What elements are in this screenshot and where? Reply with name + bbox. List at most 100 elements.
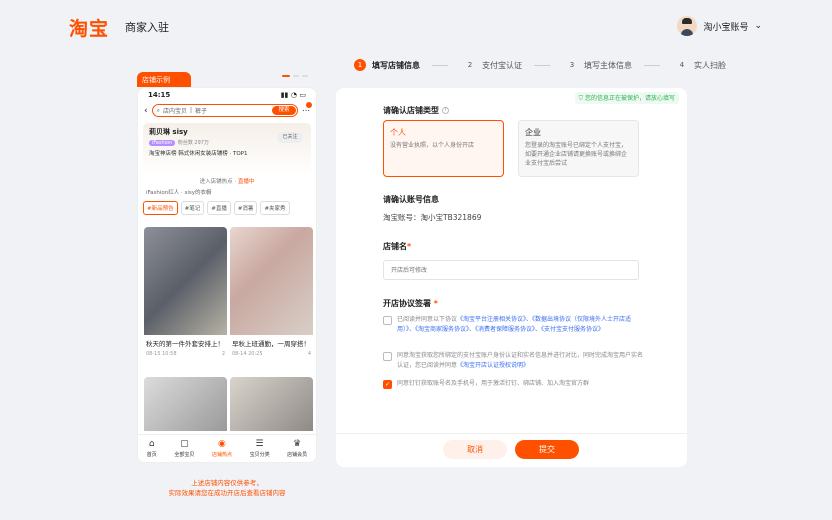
taobao-logo[interactable]: 淘宝	[69, 14, 109, 41]
option-desc: 您登录的淘宝账号已绑定个人支付宝，如要开通企业店铺请更换账号或换绑企业支付宝后尝…	[525, 142, 628, 167]
agreement-2: 同意淘宝获取您所绑定的支付宝账户身份认证和实名信息并进行对比，同时完成淘宝用户实…	[383, 351, 645, 371]
nav-label: 全部宝贝	[174, 451, 195, 458]
option-desc: 没有营业执照，以个人身份开店	[390, 142, 475, 149]
sample-tag: 店铺示例	[137, 72, 191, 87]
agreement-3-text: 同意钉钉获取账号名及手机号，用于激活钉钉、绑店铺、加入淘宝官方群	[397, 380, 590, 387]
signal-icon: ▮▮ ◔ ▭	[280, 91, 306, 99]
step-label: 实人扫脸	[694, 60, 726, 70]
search-icon: ⌕	[156, 106, 160, 114]
account-name: 淘小宝账号	[703, 22, 749, 33]
step-connector	[432, 64, 448, 66]
search-scope: 店内宝贝	[162, 108, 187, 115]
live-icon: ◉	[218, 438, 226, 449]
preview-shop-header: 莉贝琳 sisy iFashion 粉丝数 297万 淘宝神店榜 韩式休闲女装店…	[143, 123, 311, 175]
cancel-button[interactable]: 取消	[443, 440, 507, 459]
preview-search-button: 搜索	[272, 106, 296, 115]
carousel-dot[interactable]	[302, 75, 308, 77]
shop-badge: iFashion	[149, 140, 176, 146]
required-mark: *	[433, 299, 438, 308]
security-tip: ⛉ 您的信息正在被保护，请放心填写	[574, 92, 679, 104]
step-indicator: 1 填写店铺信息 2 支付宝认证 3 填写主体信息 4 实人扫脸	[354, 58, 742, 72]
chevron-down-icon: ⌄	[754, 21, 762, 31]
carousel-dot[interactable]	[293, 75, 299, 77]
agreement-2-text: 同意淘宝获取您所绑定的支付宝账户身份认证和实名信息并进行对比，同时完成淘宝用户实…	[397, 351, 645, 371]
nav-label: 宝贝分类	[249, 451, 270, 458]
shop-type-personal[interactable]: 个人 没有营业执照，以个人身份开店	[383, 120, 504, 177]
post-meta: 08-14 20:25 4	[230, 351, 313, 357]
list-item	[144, 377, 227, 431]
shop-rank: 淘宝神店榜 韩式休闲女装店铺榜 · TOP1	[149, 151, 248, 157]
post-likes: 2	[221, 351, 225, 357]
step-3: 3 填写主体信息	[566, 59, 660, 71]
post-date: 08-14 20:25	[232, 351, 263, 357]
shop-name-input[interactable]	[383, 260, 639, 280]
nav-label: 店铺会员	[287, 451, 308, 458]
agreement-3-checkbox[interactable]: ✓	[383, 380, 392, 389]
step-connector	[644, 64, 660, 66]
section-label: 店铺名	[383, 242, 407, 251]
avatar	[677, 16, 698, 36]
shop-fans: 粉丝数 297万	[177, 140, 209, 146]
preview-tab: #笔记	[180, 201, 205, 215]
follow-badge: 已关注	[277, 132, 303, 143]
preview-search-row: ‹ ⌕ 店内宝贝 | 裤子 搜索 ⋯	[138, 102, 316, 119]
page-title: 商家入驻	[125, 21, 169, 34]
list-item	[230, 377, 313, 431]
option-title: 个人	[390, 128, 406, 137]
post-title: 早秋上班通勤，一周穿搭！	[232, 340, 310, 348]
nav-label: 店铺热点	[211, 451, 232, 458]
live-prefix: 进入店铺热点 ·	[199, 179, 238, 185]
note-line: 实际效果请您在成功开店后查看店铺内容	[168, 489, 286, 497]
step-number: 1	[354, 59, 366, 71]
agreement-text: 已阅读并同意以下协议	[397, 316, 458, 323]
agreement-2-checkbox[interactable]	[383, 352, 392, 361]
carousel-dot[interactable]	[282, 75, 290, 77]
nav-item: ◉ 店铺热点	[211, 438, 232, 458]
account-value: 淘宝账号：淘小宝TB321869	[383, 213, 482, 222]
list-item: 早秋上班通勤，一周穿搭！ 08-14 20:25 4	[230, 227, 313, 357]
submit-button[interactable]: 提交	[515, 440, 579, 459]
post-image	[230, 377, 313, 431]
step-label: 填写主体信息	[584, 60, 632, 70]
back-icon: ‹	[144, 105, 148, 116]
post-title: 秋天的第一件外套安排上！	[146, 340, 224, 348]
agreement-1-checkbox[interactable]	[383, 316, 392, 325]
nav-item: ♛ 店铺会员	[287, 438, 308, 458]
bag-icon: ▢	[180, 438, 189, 449]
divider	[336, 433, 687, 434]
section-label: 开店协议签署	[383, 299, 431, 308]
search-separator: |	[190, 107, 193, 114]
crown-icon: ♛	[293, 438, 302, 449]
help-icon[interactable]: ?	[441, 107, 449, 114]
step-label: 支付宝认证	[482, 60, 522, 70]
option-title: 企业	[525, 128, 541, 137]
post-date: 08-15 10:58	[146, 351, 177, 357]
preview-tab: #夹家秀	[260, 201, 290, 215]
required-mark: *	[407, 242, 412, 251]
nav-item: ▢ 全部宝贝	[174, 438, 195, 458]
post-meta: 08-15 10:58 2	[144, 351, 227, 357]
list-item: 秋天的第一件外套安排上！ 08-15 10:58 2	[144, 227, 227, 357]
agreement-link[interactable]: 《淘宝开店认证授权说明》	[457, 362, 529, 369]
step-4: 4 实人扫脸	[676, 59, 726, 71]
home-icon: ⌂	[148, 438, 155, 449]
step-2: 2 支付宝认证	[464, 59, 550, 71]
preview-search-box: ⌕ 店内宝贝 | 裤子 搜索	[151, 104, 298, 117]
shop-type-company[interactable]: 企业 您登录的淘宝账号已绑定个人支付宝，如要开通企业店铺请更换账号或换绑企业支付…	[518, 120, 639, 177]
step-number: 4	[679, 61, 685, 69]
section-label: 请确认店铺类型	[383, 106, 439, 115]
status-bar: 14:15 ▮▮ ◔ ▭	[138, 88, 316, 102]
post-image	[144, 227, 227, 335]
note-line: 上述店铺内容仅供参考，	[191, 479, 263, 487]
shop-preview: 14:15 ▮▮ ◔ ▭ ‹ ⌕ 店内宝贝 | 裤子 搜索 ⋯ 莉贝琳 sisy …	[137, 87, 317, 463]
shop-name-heading: 店铺名*	[383, 241, 411, 252]
post-image	[230, 227, 313, 335]
carousel-dots[interactable]	[282, 75, 308, 77]
more-icon: ⋯	[302, 102, 312, 115]
header: 淘宝 商家入驻 淘小宝账号 ⌄	[0, 0, 832, 50]
agreement-1: 已阅读并同意以下协议《淘宝平台注册相关协议》、《数据出境协议（仅限境外人士开店适…	[383, 315, 645, 335]
agreement-3: ✓ 同意钉钉获取账号名及手机号，用于激活钉钉、绑店铺、加入淘宝官方群	[383, 379, 645, 389]
agreement-heading: 开店协议签署 *	[383, 298, 438, 309]
preview-tab: #消暑	[233, 201, 258, 215]
account-menu[interactable]: 淘小宝账号 ⌄	[677, 16, 762, 36]
